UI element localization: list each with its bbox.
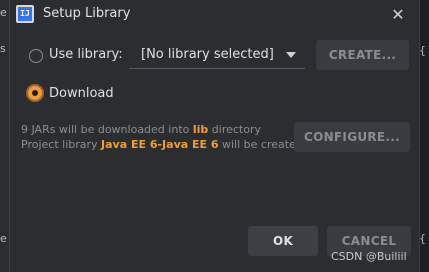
info-text: 9 JARs will be downloaded into (21, 123, 193, 136)
gutter-char: e (0, 6, 7, 19)
download-label[interactable]: Download (49, 86, 114, 101)
gutter-char: s (0, 42, 6, 55)
gutter-char: { (419, 232, 426, 245)
info-text: Project library (21, 138, 102, 151)
configure-button[interactable]: CONFIGURE... (294, 122, 410, 152)
editor-background-left: e s e (0, 0, 9, 272)
gutter-char: { (419, 44, 426, 57)
watermark: CSDN @Builiil (331, 250, 407, 263)
close-icon[interactable]: ✕ (388, 5, 408, 25)
library-name: Java EE 6-Java EE 6 (101, 138, 219, 151)
setup-library-dialog: IJ Setup Library ✕ Use library: [No libr… (9, 0, 420, 272)
ok-button[interactable]: OK (248, 226, 318, 256)
info-text: directory (208, 123, 261, 136)
dialog-title: Setup Library (43, 6, 131, 21)
download-radio[interactable] (28, 86, 42, 100)
dropdown-arrow-icon (286, 52, 296, 58)
jars-info-line: 9 JARs will be downloaded into lib direc… (21, 123, 261, 136)
project-library-info-line: Project library Java EE 6-Java EE 6 will… (21, 138, 303, 151)
title-bar: IJ Setup Library ✕ (10, 0, 419, 30)
use-library-label[interactable]: Use library: (49, 47, 123, 62)
lib-directory-name: lib (192, 123, 209, 136)
library-select-value: [No library selected] (141, 47, 274, 62)
gutter-char: e (0, 232, 7, 245)
info-text: will be created (218, 138, 303, 151)
library-select[interactable]: [No library selected] (129, 41, 305, 69)
create-button[interactable]: CREATE... (316, 40, 409, 70)
use-library-radio[interactable] (29, 49, 43, 63)
intellij-app-icon: IJ (16, 5, 34, 23)
